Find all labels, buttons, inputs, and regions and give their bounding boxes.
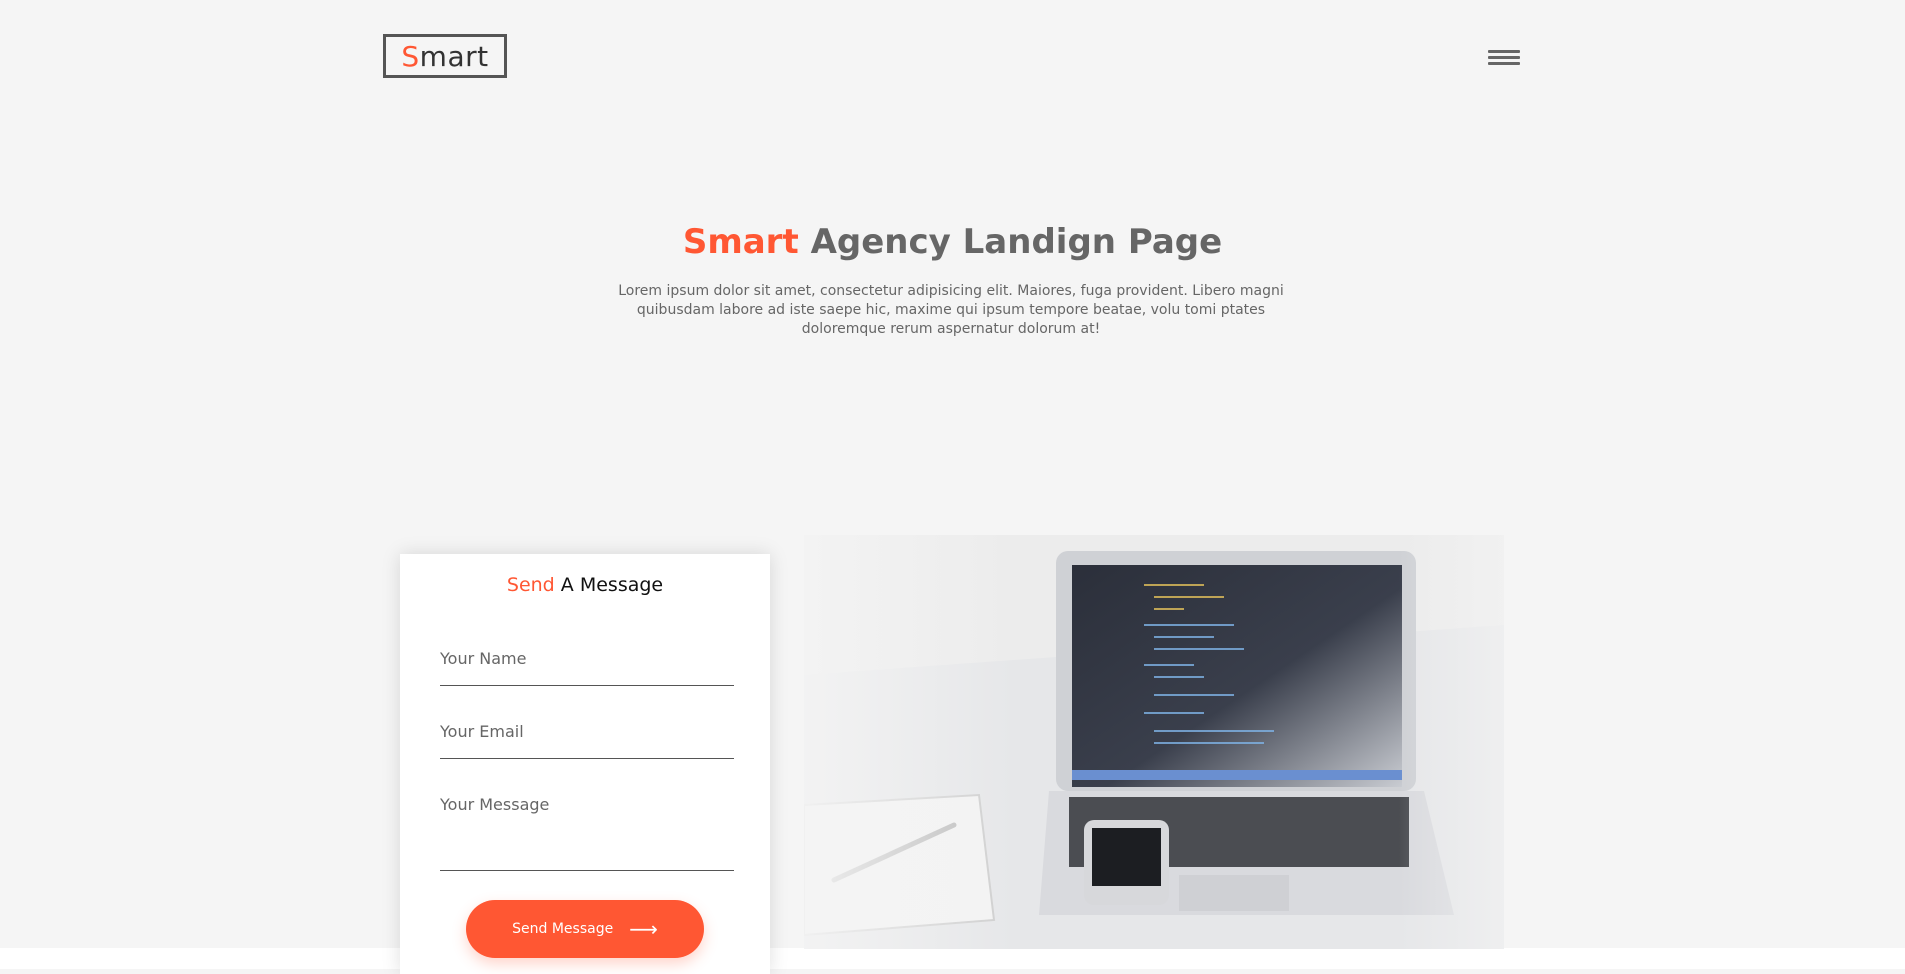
send-message-label: Send Message [512,921,614,937]
menu-line [1488,62,1520,65]
message-field [440,795,734,871]
hero-title: Smart Agency Landign Page [0,222,1905,262]
laptop-photo [804,535,1504,949]
message-textarea[interactable] [440,795,734,852]
form-title-rest: A Message [560,574,664,596]
hero-title-rest: Agency Landign Page [810,222,1223,262]
contact-form-card: Send A Message Send Message ⟶ [400,554,770,974]
logo[interactable]: Smart [383,34,507,78]
hero-title-accent: Smart [682,222,799,262]
logo-first-letter: S [401,39,420,73]
menu-line [1488,56,1520,59]
arrow-right-icon: ⟶ [629,917,658,941]
logo-rest: mart [419,39,489,73]
name-input[interactable] [440,649,734,668]
laptop-illustration [804,535,1504,949]
menu-line [1488,50,1520,53]
form-title-accent: Send [506,574,555,596]
footer-band [0,948,1905,969]
form-title: Send A Message [400,574,770,596]
email-field [440,722,734,759]
send-message-button[interactable]: Send Message ⟶ [466,900,704,958]
hero-description: Lorem ipsum dolor sit amet, consectetur … [618,283,1284,337]
hamburger-menu-icon[interactable] [1488,50,1520,70]
email-input[interactable] [440,722,734,741]
name-field [440,649,734,686]
